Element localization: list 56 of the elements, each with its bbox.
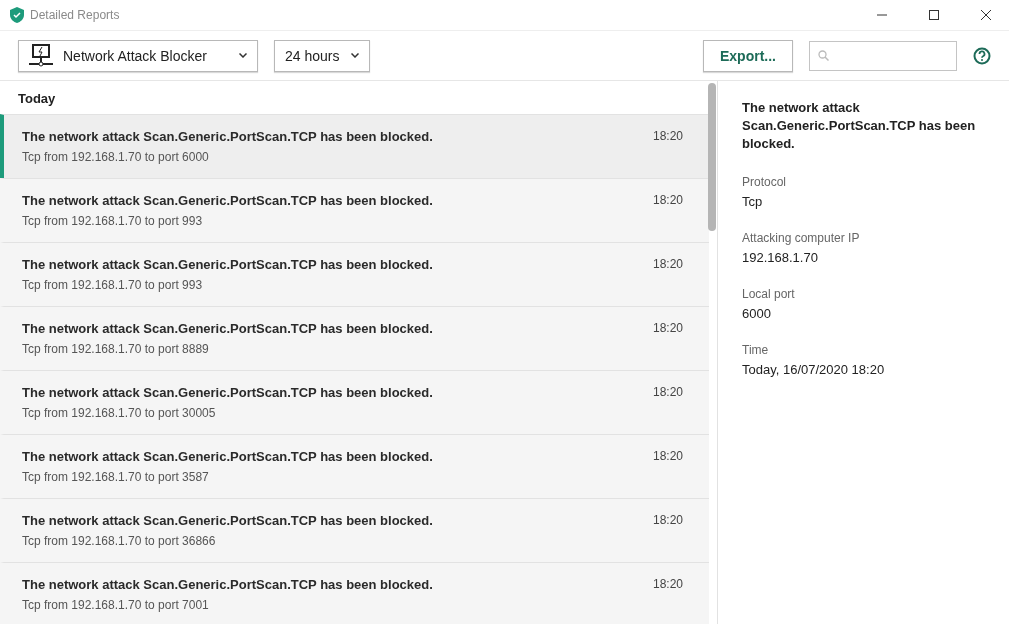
event-title: The network attack Scan.Generic.PortScan.TCP has been blocked. [22, 577, 434, 592]
group-heading: Today [17, 90, 57, 108]
field-label: Protocol [742, 175, 788, 189]
event-row[interactable]: The network attack Scan.Generic.PortScan.TCP has been blocked. 18:20 Tcp from 192.168.1.70 to port 7001 [0, 562, 709, 624]
event-time: 18:20 [652, 449, 683, 464]
close-icon [981, 10, 991, 20]
maximize-icon [929, 10, 939, 20]
event-title: The network attack Scan.Generic.PortScan.TCP has been blocked. [22, 257, 434, 272]
period-dropdown[interactable]: 24 hours [274, 39, 370, 72]
caret-icon [239, 53, 247, 58]
detail-title: The network attack Scan.Generic.PortScan.TCP has been blocked. [742, 99, 977, 153]
event-time: 18:20 [652, 513, 683, 528]
event-details: Tcp from 192.168.1.70 to port 36866 [22, 534, 217, 548]
component-dropdown[interactable]: Network Attack Blocker [18, 39, 258, 72]
field-value: Today, 16/07/2020 18:20 [742, 362, 886, 377]
search-icon [818, 50, 829, 61]
caret-icon [351, 53, 359, 58]
export-button[interactable]: Export... [703, 39, 793, 72]
help-icon[interactable] [973, 46, 991, 65]
event-row[interactable]: The network attack Scan.Generic.PortScan.TCP has been blocked. 18:20 Tcp from 192.168.1.70 to port 6000 [0, 114, 709, 178]
event-details: Tcp from 192.168.1.70 to port 993 [22, 214, 204, 228]
event-row[interactable]: The network attack Scan.Generic.PortScan.TCP has been blocked. 18:20 Tcp from 192.168.1.70 to port 3587 [0, 434, 709, 498]
field-value: 192.168.1.70 [742, 250, 819, 265]
event-details: Tcp from 192.168.1.70 to port 8889 [22, 342, 210, 356]
event-title: The network attack Scan.Generic.PortScan.TCP has been blocked. [22, 513, 434, 528]
event-time: 18:20 [652, 193, 683, 208]
event-title: The network attack Scan.Generic.PortScan.TCP has been blocked. [22, 321, 434, 336]
event-details: Tcp from 192.168.1.70 to port 6000 [22, 150, 210, 164]
field-value: Tcp [742, 194, 764, 209]
event-time: 18:20 [652, 129, 683, 144]
event-title: The network attack Scan.Generic.PortScan.TCP has been blocked. [22, 193, 434, 208]
search-field[interactable] [809, 40, 957, 71]
event-time: 18:20 [652, 385, 683, 400]
field-label: Local port [742, 287, 796, 301]
event-row[interactable]: The network attack Scan.Generic.PortScan.TCP has been blocked. 18:20 Tcp from 192.168.1.70 to port 993 [0, 242, 709, 306]
event-time: 18:20 [652, 321, 683, 336]
field-label: Attacking computer IP [742, 231, 861, 245]
event-details: Tcp from 192.168.1.70 to port 993 [22, 278, 204, 292]
event-title: The network attack Scan.Generic.PortScan.TCP has been blocked. [22, 129, 434, 144]
network-monitor-icon [29, 43, 53, 68]
window-title: Detailed Reports [30, 8, 121, 22]
event-title: The network attack Scan.Generic.PortScan.TCP has been blocked. [22, 449, 434, 464]
event-time: 18:20 [652, 257, 683, 272]
event-time: 18:20 [652, 577, 683, 592]
event-row[interactable]: The network attack Scan.Generic.PortScan.TCP has been blocked. 18:20 Tcp from 192.168.1.70 to port 8889 [0, 306, 709, 370]
event-details: Tcp from 192.168.1.70 to port 7001 [22, 598, 210, 612]
event-title: The network attack Scan.Generic.PortScan.TCP has been blocked. [22, 385, 434, 400]
scrollbar-thumb[interactable] [708, 83, 716, 231]
field-label: Time [742, 343, 770, 357]
event-row[interactable]: The network attack Scan.Generic.PortScan.TCP has been blocked. 18:20 Tcp from 192.168.1.70 to port 30005 [0, 370, 709, 434]
field-value: 6000 [742, 306, 772, 321]
event-row[interactable]: The network attack Scan.Generic.PortScan.TCP has been blocked. 18:20 Tcp from 192.168.1.70 to port 993 [0, 178, 709, 242]
event-details: Tcp from 192.168.1.70 to port 3587 [22, 470, 210, 484]
event-details: Tcp from 192.168.1.70 to port 30005 [22, 406, 217, 420]
event-row[interactable]: The network attack Scan.Generic.PortScan.TCP has been blocked. 18:20 Tcp from 192.168.1.70 to port 36866 [0, 498, 709, 562]
shield-icon [10, 7, 24, 23]
